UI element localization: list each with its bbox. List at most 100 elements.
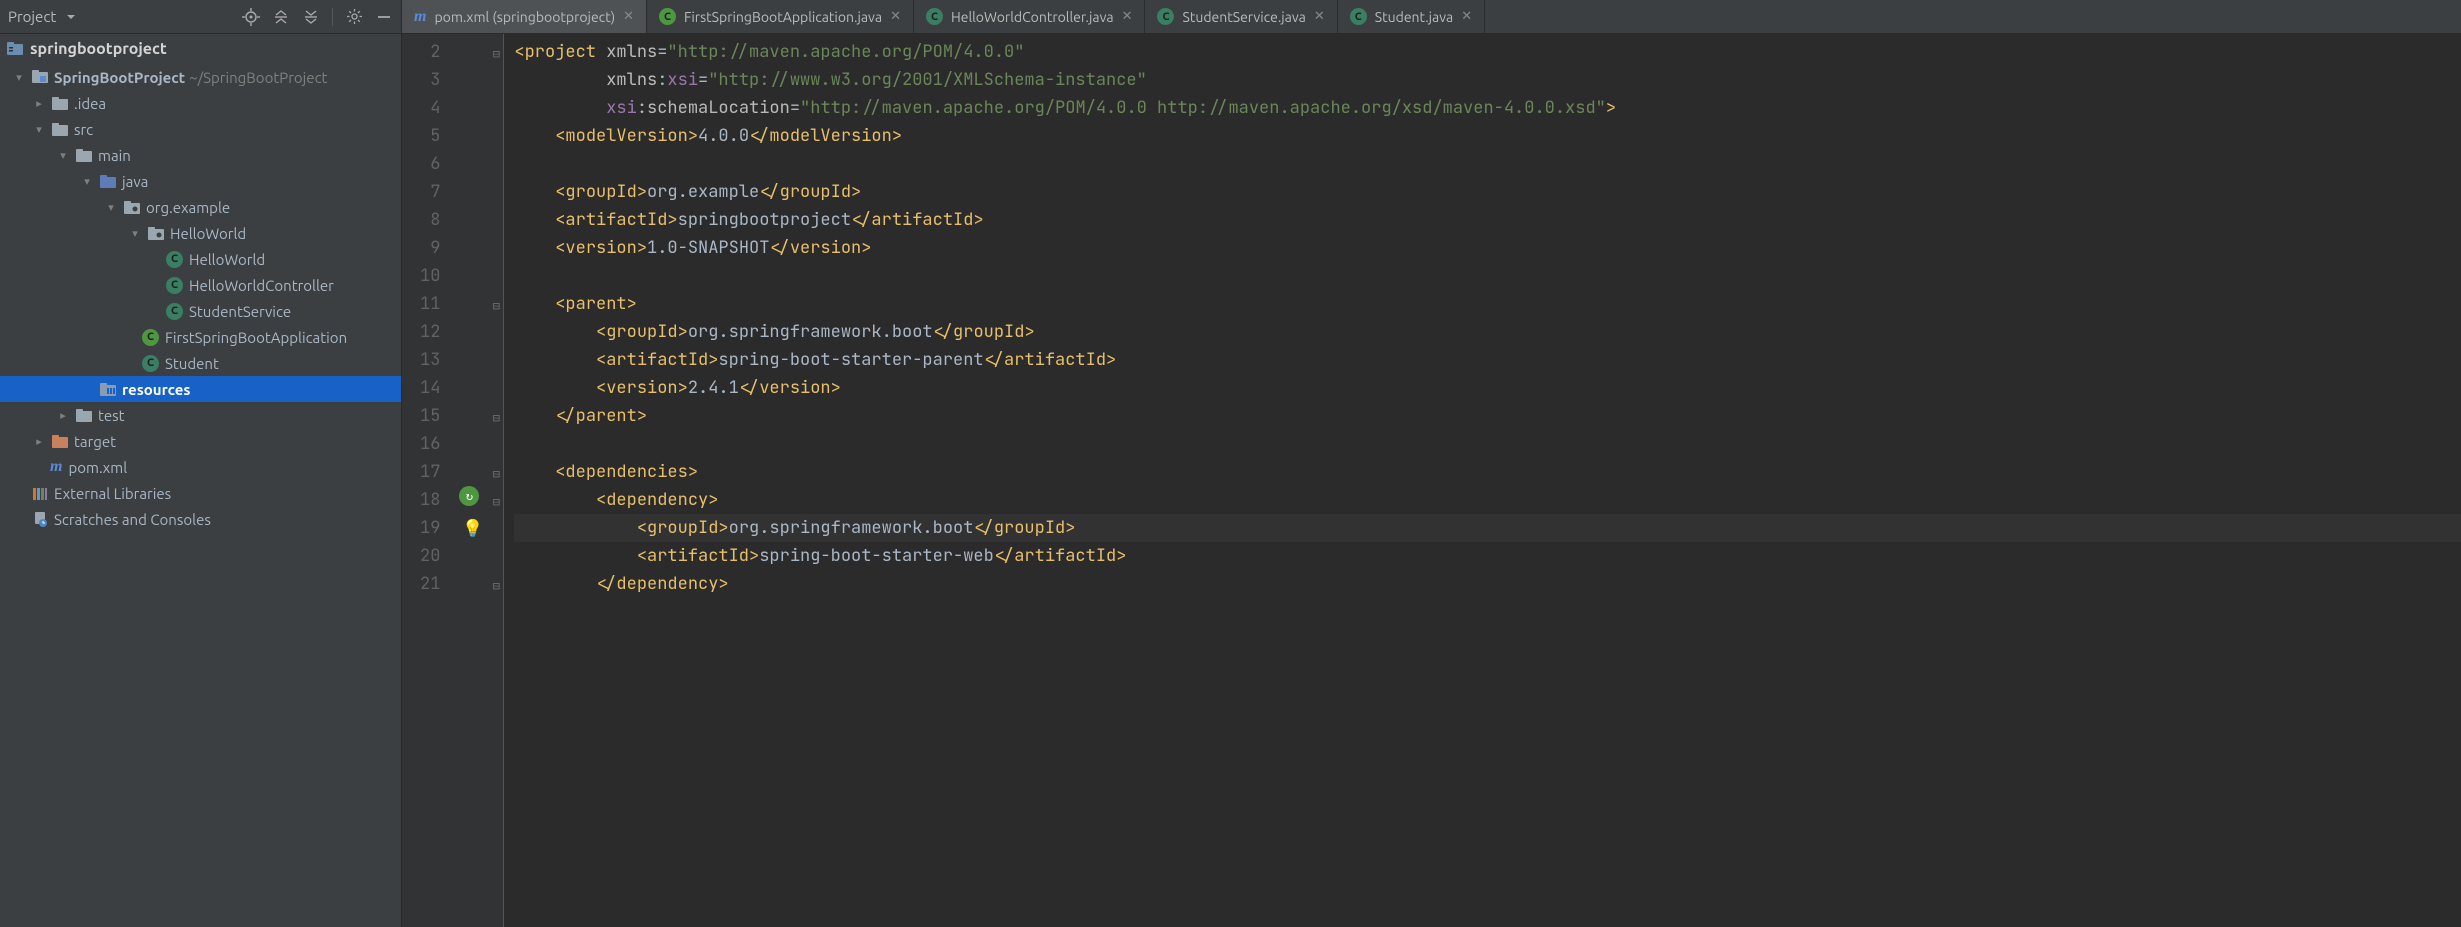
project-icon bbox=[6, 41, 24, 57]
tree-external-libs[interactable]: ▸ External Libraries bbox=[0, 480, 401, 506]
resources-folder-icon bbox=[100, 383, 116, 396]
tree-item-label: org.example bbox=[146, 199, 230, 216]
tree-class-springapp[interactable]: C FirstSpringBootApplication bbox=[0, 324, 401, 350]
tree-class-studentservice[interactable]: C StudentService bbox=[0, 298, 401, 324]
chevron-right-icon[interactable]: ▸ bbox=[32, 97, 46, 110]
tree-item-label: java bbox=[122, 173, 148, 190]
sidebar-header: Project bbox=[0, 0, 401, 34]
chevron-down-icon[interactable]: ▾ bbox=[32, 123, 46, 136]
line-number-gutter[interactable]: 23456789101112131415161718192021 bbox=[402, 34, 454, 927]
tree-class-student[interactable]: C Student bbox=[0, 350, 401, 376]
editor-tabs: m pom.xml (springbootproject) ✕ C FirstS… bbox=[402, 0, 2461, 34]
tree-folder-resources[interactable]: ▸ resources bbox=[0, 376, 401, 402]
java-class-icon: C bbox=[1350, 8, 1367, 25]
folder-icon bbox=[76, 409, 92, 422]
tab-controller[interactable]: C HelloWorldController.java ✕ bbox=[914, 0, 1146, 33]
expand-all-icon[interactable] bbox=[272, 8, 290, 26]
project-sidebar: Project springbootproject ▾ bbox=[0, 0, 402, 927]
chevron-down-icon[interactable] bbox=[62, 8, 80, 26]
spring-class-icon: C bbox=[659, 8, 676, 25]
folder-icon bbox=[76, 149, 92, 162]
tree-file-pom[interactable]: m pom.xml bbox=[0, 454, 401, 480]
locate-icon[interactable] bbox=[242, 8, 260, 26]
chevron-down-icon[interactable]: ▾ bbox=[80, 175, 94, 188]
chevron-down-icon[interactable]: ▾ bbox=[104, 201, 118, 214]
collapse-all-icon[interactable] bbox=[302, 8, 320, 26]
hide-icon[interactable] bbox=[375, 8, 393, 26]
chevron-down-icon[interactable]: ▾ bbox=[128, 227, 142, 240]
tree-item-label: pom.xml bbox=[68, 459, 127, 476]
tree-folder-target[interactable]: ▸ target bbox=[0, 428, 401, 454]
tab-springapp[interactable]: C FirstSpringBootApplication.java ✕ bbox=[647, 0, 914, 33]
close-icon[interactable]: ✕ bbox=[890, 9, 901, 24]
close-icon[interactable]: ✕ bbox=[1461, 9, 1472, 24]
tab-pom[interactable]: m pom.xml (springbootproject) ✕ bbox=[402, 0, 647, 33]
tree-item-label: main bbox=[98, 147, 131, 164]
java-class-icon: C bbox=[166, 303, 183, 320]
tree-item-label: .idea bbox=[74, 95, 106, 112]
tab-label: Student.java bbox=[1375, 9, 1453, 25]
tree-package[interactable]: ▾ org.example bbox=[0, 194, 401, 220]
java-class-icon: C bbox=[166, 251, 183, 268]
tree-module[interactable]: ▾ SpringBootProject~/SpringBootProject bbox=[0, 64, 401, 90]
chevron-down-icon[interactable]: ▾ bbox=[12, 71, 26, 84]
java-class-icon: C bbox=[142, 355, 159, 372]
tree-item-label: HelloWorldController bbox=[189, 277, 334, 294]
tree-item-label: HelloWorld bbox=[189, 251, 265, 268]
close-icon[interactable]: ✕ bbox=[1314, 9, 1325, 24]
java-class-icon: C bbox=[166, 277, 183, 294]
tab-student[interactable]: C Student.java ✕ bbox=[1338, 0, 1485, 33]
chevron-down-icon[interactable]: ▾ bbox=[56, 149, 70, 162]
package-icon bbox=[124, 201, 140, 214]
tree-class-helloworld[interactable]: C HelloWorld bbox=[0, 246, 401, 272]
tree-folder-main[interactable]: ▾ main bbox=[0, 142, 401, 168]
close-icon[interactable]: ✕ bbox=[1122, 9, 1133, 24]
tree-item-label: src bbox=[74, 121, 93, 138]
tree-folder-src[interactable]: ▾ src bbox=[0, 116, 401, 142]
scratches-icon bbox=[32, 511, 48, 527]
source-folder-icon bbox=[100, 175, 116, 188]
tab-studentservice[interactable]: C StudentService.java ✕ bbox=[1145, 0, 1337, 33]
tree-scratches[interactable]: ▸ Scratches and Consoles bbox=[0, 506, 401, 532]
intention-bulb-icon[interactable]: 💡 bbox=[462, 515, 483, 543]
spring-reload-icon[interactable]: ↻ bbox=[459, 486, 479, 506]
tree-item-path: ~/SpringBootProject bbox=[189, 69, 327, 86]
project-view-label[interactable]: Project bbox=[8, 8, 56, 25]
library-icon bbox=[32, 486, 48, 501]
tree-item-label: resources bbox=[122, 381, 190, 398]
module-icon bbox=[32, 70, 48, 84]
tree-class-controller[interactable]: C HelloWorldController bbox=[0, 272, 401, 298]
chevron-right-icon[interactable]: ▸ bbox=[56, 409, 70, 422]
gear-icon[interactable] bbox=[345, 8, 363, 26]
tree-item-label: SpringBootProject bbox=[54, 69, 185, 86]
tab-label: HelloWorldController.java bbox=[951, 9, 1114, 25]
code-content[interactable]: <project xmlns="http://maven.apache.org/… bbox=[504, 34, 2461, 927]
tree-item-label: Scratches and Consoles bbox=[54, 511, 211, 528]
tree-item-label: test bbox=[98, 407, 125, 424]
excluded-folder-icon bbox=[52, 435, 68, 448]
fold-gutter[interactable]: ⊟ ⊟ ⊟ ⊟ ⊟ ⊟ bbox=[488, 34, 504, 927]
spring-class-icon: C bbox=[142, 329, 159, 346]
java-class-icon: C bbox=[1157, 8, 1174, 25]
tree-folder-idea[interactable]: ▸ .idea bbox=[0, 90, 401, 116]
folder-icon bbox=[52, 123, 68, 136]
gutter-marks[interactable]: ↻ 💡 bbox=[454, 34, 488, 927]
chevron-right-icon[interactable]: ▸ bbox=[32, 435, 46, 448]
maven-icon: m bbox=[50, 458, 62, 476]
tab-label: StudentService.java bbox=[1182, 9, 1305, 25]
tree-package-helloworld[interactable]: ▾ HelloWorld bbox=[0, 220, 401, 246]
tree-folder-test[interactable]: ▸ test bbox=[0, 402, 401, 428]
java-class-icon: C bbox=[926, 8, 943, 25]
maven-icon: m bbox=[414, 8, 426, 26]
tree-item-label: FirstSpringBootApplication bbox=[165, 329, 347, 346]
tree-item-label: StudentService bbox=[189, 303, 291, 320]
code-editor[interactable]: 23456789101112131415161718192021 ↻ 💡 ⊟ ⊟… bbox=[402, 34, 2461, 927]
tree-item-label: HelloWorld bbox=[170, 225, 246, 242]
project-tree[interactable]: ▾ SpringBootProject~/SpringBootProject ▸… bbox=[0, 64, 401, 927]
tree-item-label: Student bbox=[165, 355, 219, 372]
tree-folder-java[interactable]: ▾ java bbox=[0, 168, 401, 194]
tree-item-label: External Libraries bbox=[54, 485, 171, 502]
project-root[interactable]: springbootproject bbox=[0, 34, 401, 64]
package-icon bbox=[148, 227, 164, 240]
close-icon[interactable]: ✕ bbox=[623, 9, 634, 24]
